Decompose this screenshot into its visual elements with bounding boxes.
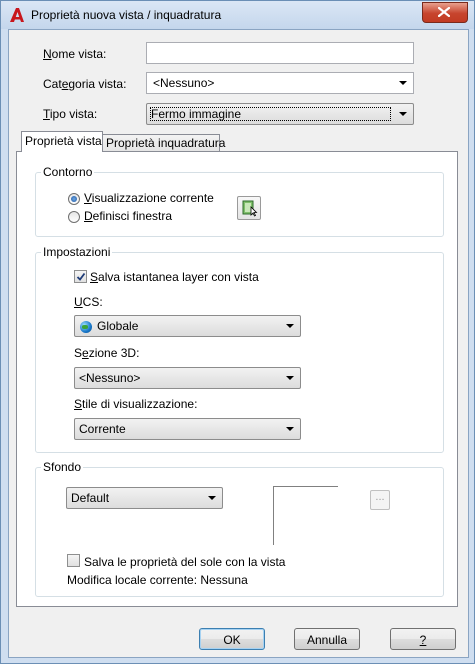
ok-button[interactable]: OK [199,628,265,650]
chevron-down-icon [286,376,294,380]
chevron-down-icon [208,496,216,500]
cancel-button[interactable]: Annulla [294,628,360,650]
background-browse-button[interactable]: ... [370,490,390,510]
title-bar[interactable]: Proprietà nuova vista / inquadratura [1,1,474,29]
tab-view-properties[interactable]: Proprietà vista [21,131,103,152]
help-button[interactable]: ? [390,628,456,650]
visual-style-value: Corrente [79,422,126,436]
define-window-button[interactable] [237,196,261,220]
chevron-down-icon [399,112,407,116]
save-sun-properties-checkbox[interactable] [67,554,80,567]
define-window-icon [242,200,258,217]
checkmark-icon [76,272,86,281]
view-category-value: <Nessuno> [153,76,215,90]
save-layer-snapshot-checkbox[interactable] [74,270,87,283]
close-icon [438,7,450,17]
tab-shot-properties[interactable]: Proprietà inquadratura [102,134,225,152]
ucs-select[interactable]: Globale [74,315,301,337]
visual-style-select[interactable]: Corrente [74,418,301,440]
settings-group-title: Impostazioni [41,245,113,259]
background-select[interactable]: Default [66,487,223,509]
ucs-value: Globale [97,319,139,333]
boundary-group-title: Contorno [41,165,95,179]
current-override-label: Modifica locale corrente: Nessuna [67,573,248,587]
ucs-label: UCS: [74,295,103,309]
current-display-label: Visualizzazione corrente [84,191,214,205]
view-type-select[interactable]: Fermo immagine [146,103,414,125]
autocad-app-icon [10,8,24,22]
section-3d-value: <Nessuno> [79,371,141,385]
dialog-window: Proprietà nuova vista / inquadratura Nom… [0,0,475,664]
view-category-label: Categoria vista: [43,77,127,91]
chevron-down-icon [286,427,294,431]
chevron-down-icon [399,81,407,85]
view-name-input[interactable] [146,42,414,64]
close-button[interactable] [422,2,468,23]
visual-style-label: Stile di visualizzazione: [74,397,198,411]
view-type-label: Tipo vista: [43,107,98,121]
background-group-title: Sfondo [41,460,84,474]
save-layer-snapshot-label: Salva istantanea layer con vista [90,270,259,284]
background-value: Default [71,491,110,505]
background-preview [273,486,338,545]
window-title: Proprietà nuova vista / inquadratura [31,8,222,22]
globe-icon [80,321,92,333]
define-window-label: Definisci finestra [84,209,173,223]
view-name-label: Nome vista: [43,47,107,61]
section-3d-label: Sezione 3D: [74,346,140,360]
current-display-radio[interactable] [68,193,80,205]
chevron-down-icon [286,324,294,328]
save-sun-properties-label: Salva le proprietà del sole con la vista [84,555,286,569]
section-3d-select[interactable]: <Nessuno> [74,367,301,389]
view-category-combo[interactable]: <Nessuno> [146,72,414,94]
view-type-value: Fermo immagine [151,107,242,121]
define-window-radio[interactable] [68,211,80,223]
